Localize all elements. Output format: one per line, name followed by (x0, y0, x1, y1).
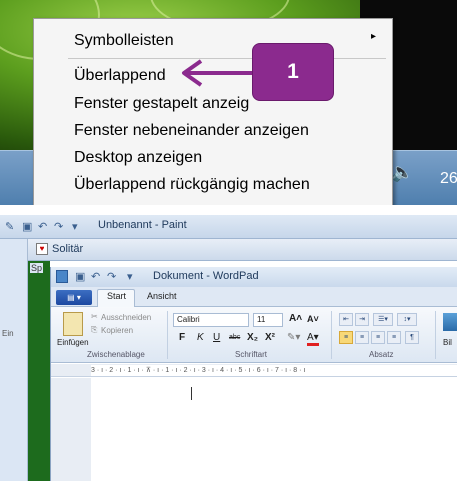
paint-left-text: Ein (2, 329, 14, 338)
subscript-button[interactable]: X₂ (247, 332, 258, 343)
paint-app-icon[interactable]: ✎ (5, 220, 14, 233)
wordpad-app-icon[interactable] (56, 270, 68, 283)
decrease-indent-icon[interactable]: ⇤ (339, 313, 353, 326)
align-left-icon[interactable]: ≡ (339, 331, 353, 344)
strikethrough-button[interactable]: abc (229, 334, 240, 341)
group-separator (331, 311, 332, 359)
picture-icon[interactable] (443, 313, 457, 331)
cut-button[interactable]: Ausschneiden (101, 313, 151, 322)
solitaire-titlebar[interactable]: ♥ Solitär (28, 239, 457, 261)
solitaire-window-title: Solitär (52, 243, 84, 255)
grow-font-button[interactable]: A˄ (289, 313, 302, 324)
align-right-icon[interactable]: ≡ (371, 331, 385, 344)
taskbar-context-screenshot: 🔈 26 Symbolleisten ▸ Überlappend Fenster… (0, 0, 457, 205)
underline-button[interactable]: U (213, 332, 220, 343)
wordpad-titlebar[interactable]: ▣ ↶ ↷ ▾ Dokument - WordPad (51, 267, 457, 287)
file-menu-button[interactable]: ▤ ▾ (56, 290, 92, 305)
solitaire-felt (28, 261, 50, 481)
redo-icon[interactable]: ↷ (107, 270, 116, 283)
font-size-dropdown[interactable]: 11 (253, 313, 283, 327)
highlight-icon[interactable]: ✎▾ (287, 332, 300, 343)
ruler[interactable]: 3 · ı · 2 · ı · 1 · ı · ⊼ · ı · 1 · ı · … (51, 364, 457, 377)
tab-ansicht[interactable]: Ansicht (147, 291, 177, 301)
text-caret (191, 387, 192, 400)
group-separator (167, 311, 168, 359)
paragraph-group-label: Absatz (369, 350, 394, 359)
quick-access-dropdown-icon[interactable]: ▾ (127, 270, 133, 283)
shrink-font-button[interactable]: A˅ (307, 314, 319, 324)
superscript-button[interactable]: X² (265, 332, 275, 343)
solitaire-menu-fragment[interactable]: Sp (30, 263, 44, 273)
tab-start[interactable]: Start (107, 291, 126, 301)
wordpad-ribbon: Einfügen Ausschneiden ✂ Kopieren ⎘ Zwisc… (51, 307, 457, 363)
increase-indent-icon[interactable]: ⇥ (355, 313, 369, 326)
scissors-icon: ✂ (91, 312, 98, 321)
wordpad-window-title: Dokument - WordPad (153, 270, 259, 282)
bold-button[interactable]: F (179, 332, 185, 343)
font-family-dropdown[interactable]: Calibri (173, 313, 249, 327)
cascaded-windows-screenshot: ✎ ▣ ↶ ↷ ▾ Unbenannt - Paint Ein ♥ Solitä… (0, 205, 457, 481)
paste-icon[interactable] (63, 312, 83, 336)
justify-icon[interactable]: ≡ (387, 331, 401, 344)
copy-icon: ⎘ (91, 325, 98, 334)
ruler-scale: 3 · ı · 2 · ı · 1 · ı · ⊼ · ı · 1 · ı · … (91, 365, 457, 376)
wordpad-window: ▣ ↶ ↷ ▾ Dokument - WordPad ▤ ▾ Start Ans… (50, 267, 457, 481)
paint-ribbon-edge: Ein (0, 239, 28, 481)
save-icon[interactable]: ▣ (22, 220, 32, 233)
font-color-icon[interactable]: A▾ (307, 332, 319, 346)
undo-icon[interactable]: ↶ (91, 270, 100, 283)
align-center-icon[interactable]: ≡ (355, 331, 369, 344)
picture-button-label[interactable]: Bil (443, 338, 452, 347)
group-separator (435, 311, 436, 359)
callout-arrow-icon (182, 59, 252, 87)
quick-access-dropdown-icon[interactable]: ▾ (72, 220, 78, 233)
italic-button[interactable]: K (197, 332, 204, 343)
wordpad-tabbar: ▤ ▾ Start Ansicht (51, 287, 457, 308)
line-spacing-icon[interactable]: ↕▾ (397, 313, 417, 326)
callout-badge: 1 (252, 43, 334, 101)
document-margin (51, 378, 91, 481)
font-group-label: Schriftart (235, 350, 268, 359)
undo-icon[interactable]: ↶ (38, 220, 47, 233)
save-icon[interactable]: ▣ (75, 270, 85, 283)
paragraph-dialog-icon[interactable]: ¶ (405, 331, 419, 344)
paste-button-label[interactable]: Einfügen (57, 338, 89, 347)
clipboard-group-label: Zwischenablage (87, 350, 145, 359)
copy-button[interactable]: Kopieren (101, 326, 133, 335)
paint-window-title: Unbenannt - Paint (98, 219, 187, 231)
redo-icon[interactable]: ↷ (54, 220, 63, 233)
bullets-icon[interactable]: ☰▾ (373, 313, 393, 326)
paint-titlebar[interactable]: ✎ ▣ ↶ ↷ ▾ Unbenannt - Paint (0, 215, 457, 239)
solitaire-app-icon: ♥ (36, 243, 48, 255)
